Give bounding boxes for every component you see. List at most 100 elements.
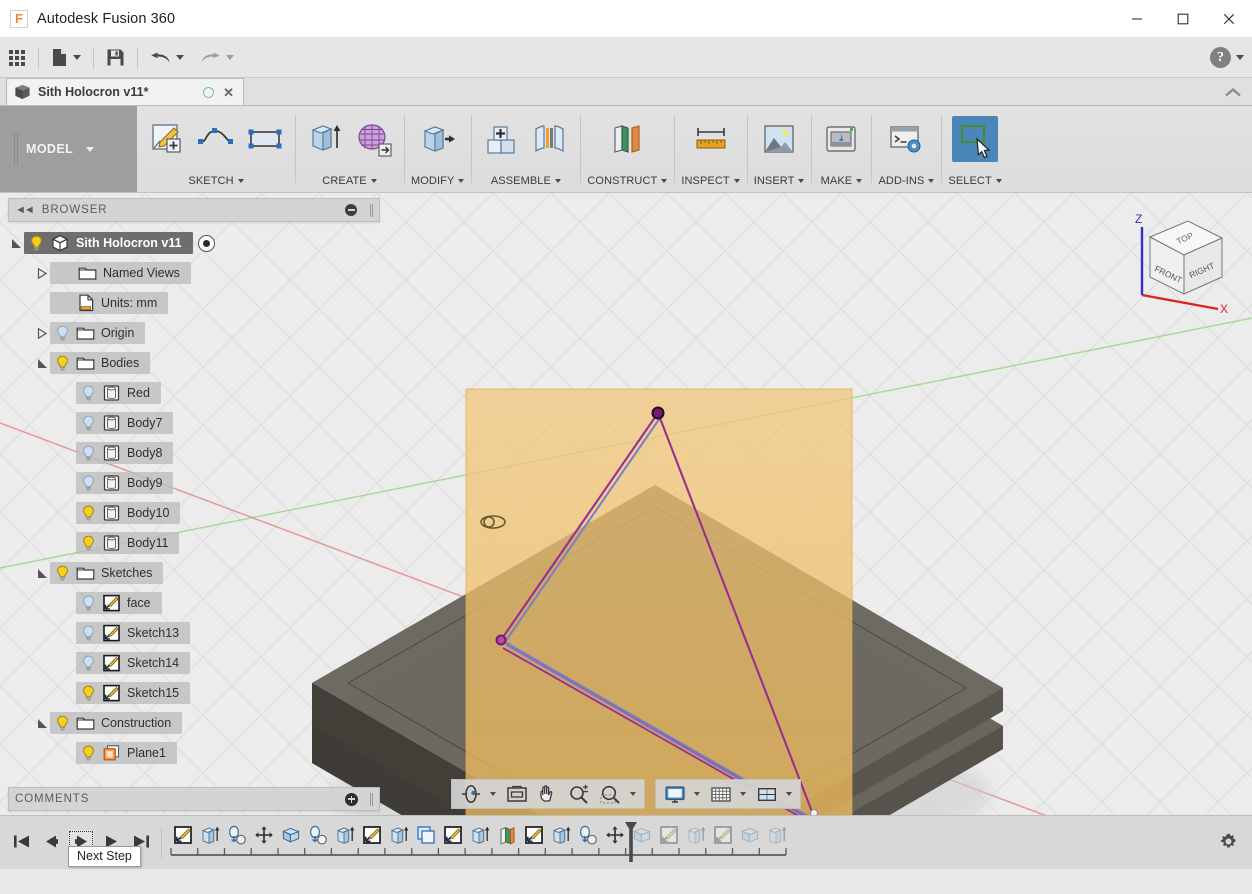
tree-row-sketches[interactable]: Sketches xyxy=(8,558,380,588)
tree-item[interactable]: Body11 xyxy=(76,532,180,554)
ribbon-group-title[interactable]: CREATE xyxy=(322,175,377,192)
ribbon-group-title[interactable]: MAKE xyxy=(821,175,863,192)
tree-row-face[interactable]: face xyxy=(8,588,380,618)
ribbon-group-title[interactable]: SKETCH xyxy=(188,175,244,192)
lightbulb-icon[interactable] xyxy=(81,595,96,612)
close-icon[interactable]: ✕ xyxy=(221,86,236,99)
help-menu[interactable]: ? xyxy=(1210,47,1244,68)
zoom-button[interactable] xyxy=(563,780,595,808)
twist-open-icon[interactable] xyxy=(11,238,22,249)
tree-row-sketch13[interactable]: Sketch13 xyxy=(8,618,380,648)
create-form-button[interactable] xyxy=(351,116,397,162)
tree-item[interactable]: Body9 xyxy=(76,472,174,494)
lightbulb-icon[interactable] xyxy=(81,415,96,432)
file-menu-button[interactable] xyxy=(43,38,89,78)
activate-component-radio[interactable] xyxy=(197,234,215,252)
tree-row-sith-holocron-v11[interactable]: Sith Holocron v11 xyxy=(8,228,380,258)
minimize-button[interactable] xyxy=(1114,0,1160,38)
redo-button[interactable] xyxy=(192,38,242,78)
3d-print-button[interactable] xyxy=(818,116,864,162)
new-component-button[interactable] xyxy=(478,116,524,162)
lightbulb-icon[interactable] xyxy=(55,355,70,372)
tree-row-body10[interactable]: Body10 xyxy=(8,498,380,528)
panel-resize-handle[interactable] xyxy=(370,792,373,806)
document-tab[interactable]: Sith Holocron v11* ✕ xyxy=(6,78,244,105)
tree-row-bodies[interactable]: Bodies xyxy=(8,348,380,378)
lightbulb-icon[interactable] xyxy=(81,505,96,522)
twist-open-icon[interactable] xyxy=(37,568,48,579)
tree-item[interactable]: Red xyxy=(76,382,161,404)
browser-panel[interactable]: ◄◄ BROWSER Sith Holocron v11 Named Views U… xyxy=(8,198,380,768)
pan-button[interactable] xyxy=(533,780,563,808)
look-at-button[interactable] xyxy=(501,780,533,808)
scripts-addins-button[interactable] xyxy=(883,116,929,162)
ribbon-group-title[interactable]: INSPECT xyxy=(681,175,740,192)
viewport[interactable]: ◄◄ BROWSER Sith Holocron v11 Named Views U… xyxy=(0,193,1252,815)
tree-row-origin[interactable]: Origin xyxy=(8,318,380,348)
ribbon-group-title[interactable]: INSERT xyxy=(754,175,805,192)
fit-button[interactable] xyxy=(595,780,641,808)
ribbon-group-title[interactable]: CONSTRUCT xyxy=(587,175,668,192)
ribbon-group-title[interactable]: MODIFY xyxy=(411,175,465,192)
go-to-beginning-button[interactable] xyxy=(8,830,34,856)
tree-item[interactable]: Construction xyxy=(50,712,183,734)
tree-item[interactable]: Units: mm xyxy=(50,292,169,314)
maximize-button[interactable] xyxy=(1160,0,1206,38)
panel-resize-handle[interactable] xyxy=(370,203,373,217)
spline-button[interactable] xyxy=(193,116,239,162)
tree-item[interactable]: Body10 xyxy=(76,502,181,524)
lightbulb-icon[interactable] xyxy=(81,535,96,552)
collapse-ribbon-button[interactable] xyxy=(1224,87,1242,101)
lightbulb-icon[interactable] xyxy=(81,385,96,402)
lightbulb-icon[interactable] xyxy=(81,685,96,702)
timeline-ruler[interactable] xyxy=(169,846,790,857)
joint-button[interactable] xyxy=(527,116,573,162)
save-button[interactable] xyxy=(98,38,133,78)
twist-toggle[interactable] xyxy=(34,558,50,588)
timeline-playhead[interactable] xyxy=(624,821,638,863)
twist-toggle[interactable] xyxy=(34,348,50,378)
tree-item[interactable]: Body8 xyxy=(76,442,174,464)
extrude-button[interactable] xyxy=(302,116,348,162)
lightbulb-icon[interactable] xyxy=(81,655,96,672)
lightbulb-icon[interactable] xyxy=(29,235,44,252)
ribbon-group-title[interactable]: ASSEMBLE xyxy=(491,175,561,192)
close-button[interactable] xyxy=(1206,0,1252,38)
display-settings-button[interactable] xyxy=(659,780,705,808)
tree-row-sketch14[interactable]: Sketch14 xyxy=(8,648,380,678)
twist-toggle[interactable] xyxy=(8,228,24,258)
tree-item[interactable]: Sith Holocron v11 xyxy=(24,232,193,254)
twist-toggle[interactable] xyxy=(34,708,50,738)
viewports-button[interactable] xyxy=(751,780,797,808)
workspace-switcher[interactable]: MODEL xyxy=(0,106,137,192)
timeline-settings-button[interactable] xyxy=(1219,832,1238,854)
lightbulb-icon[interactable] xyxy=(81,625,96,642)
tree-row-red[interactable]: Red xyxy=(8,378,380,408)
twist-toggle[interactable] xyxy=(34,258,50,288)
tree-item[interactable]: Sketch13 xyxy=(76,622,191,644)
plus-circle-icon[interactable] xyxy=(345,792,358,806)
offset-plane-button[interactable] xyxy=(604,116,650,162)
drag-handle[interactable] xyxy=(14,132,18,166)
browser-tree[interactable]: Sith Holocron v11 Named Views Units: mm Ori… xyxy=(8,222,380,768)
double-left-arrow-icon[interactable]: ◄◄ xyxy=(15,204,35,216)
tree-row-named-views[interactable]: Named Views xyxy=(8,258,380,288)
tree-row-body7[interactable]: Body7 xyxy=(8,408,380,438)
tree-item[interactable]: face xyxy=(76,592,162,614)
lightbulb-icon[interactable] xyxy=(55,715,70,732)
rectangle-button[interactable] xyxy=(242,116,288,162)
ribbon-group-title[interactable]: SELECT xyxy=(948,175,1002,192)
lightbulb-icon[interactable] xyxy=(81,445,96,462)
show-data-panel-button[interactable] xyxy=(0,38,34,78)
twist-open-icon[interactable] xyxy=(37,718,48,729)
tree-item[interactable]: Named Views xyxy=(50,262,191,284)
twist-closed-icon[interactable] xyxy=(37,327,48,339)
twist-open-icon[interactable] xyxy=(37,358,48,369)
lightbulb-icon[interactable] xyxy=(81,745,96,762)
twist-toggle[interactable] xyxy=(34,318,50,348)
ribbon-group-title[interactable]: ADD-INS xyxy=(878,175,935,192)
comments-panel[interactable]: COMMENTS xyxy=(8,787,380,811)
tree-row-body8[interactable]: Body8 xyxy=(8,438,380,468)
lightbulb-icon[interactable] xyxy=(81,475,96,492)
timeline-features[interactable] xyxy=(169,821,790,865)
